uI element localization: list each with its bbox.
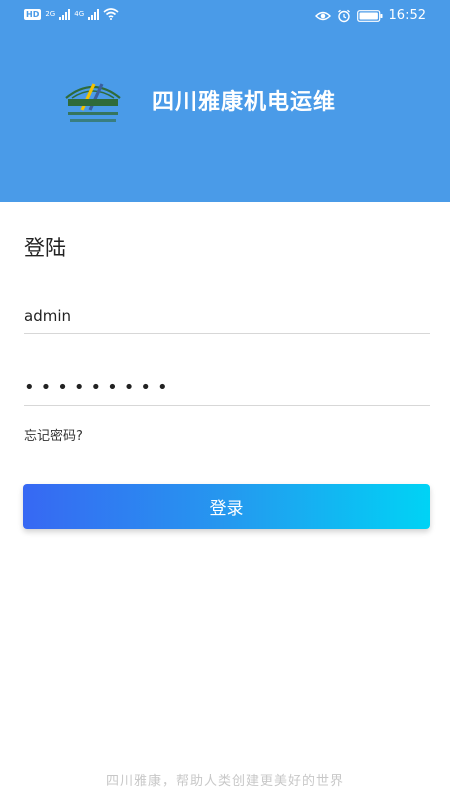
username-input[interactable]: [24, 298, 430, 334]
network-type-4g: 4G: [74, 10, 85, 18]
alarm-icon: [337, 9, 350, 22]
status-time: 16:52: [388, 8, 426, 23]
network-type-2g: 2G: [45, 10, 56, 18]
footer-slogan: 四川雅康，帮助人类创建更美好的世界: [105, 774, 344, 789]
header-banner: HD 2G 4G 16:52 四川雅康机电运维: [0, 0, 450, 202]
eye-icon: [314, 11, 331, 20]
signal-icon: [59, 8, 71, 20]
battery-icon: [356, 9, 383, 22]
status-right: 16:52: [314, 8, 426, 23]
app-title: 四川雅康机电运维: [152, 90, 337, 115]
status-bar: HD 2G 4G 16:52: [0, 0, 450, 32]
password-input[interactable]: [24, 370, 430, 406]
login-heading: 登陆: [24, 236, 66, 260]
company-logo: [65, 83, 121, 122]
signal-icon-2: [88, 8, 100, 20]
wifi-icon: [103, 8, 119, 20]
forgot-password-link[interactable]: 忘记密码?: [24, 425, 83, 444]
brand: 四川雅康机电运维: [60, 72, 336, 128]
hd-icon: HD: [24, 8, 42, 20]
login-button[interactable]: 登录: [23, 484, 430, 529]
status-left: HD 2G 4G: [24, 8, 119, 20]
